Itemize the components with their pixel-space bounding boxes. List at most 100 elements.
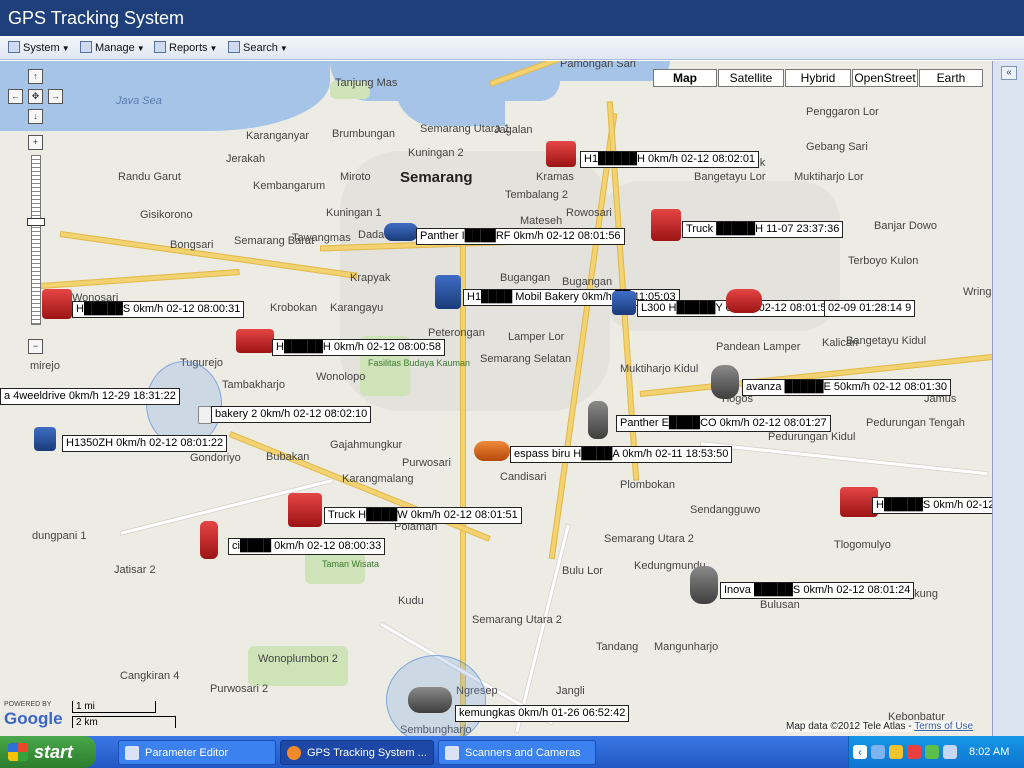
- road: [39, 269, 240, 289]
- vehicle-label[interactable]: avanza █████E 50km/h 02-12 08:01:30: [742, 379, 952, 396]
- maptype-hybrid-button[interactable]: Hybrid: [785, 69, 851, 87]
- vehicle-car-icon[interactable]: [200, 521, 218, 559]
- maptype-openstreet-button[interactable]: OpenStreet: [852, 69, 918, 87]
- menu-manage[interactable]: Manage ▼: [78, 39, 145, 57]
- vehicle-truck-icon[interactable]: [546, 141, 576, 167]
- vehicle-label[interactable]: ci████ 0km/h 02-12 08:00:33: [228, 538, 386, 555]
- place-label: Kembangarum: [253, 180, 326, 192]
- zoom-slider-thumb[interactable]: [27, 218, 45, 226]
- menu-reports[interactable]: Reports ▼: [152, 39, 217, 57]
- vehicle-car-icon[interactable]: [408, 687, 452, 713]
- maptype-satellite-button[interactable]: Satellite: [718, 69, 784, 87]
- place-label: Semarang Utara 2: [472, 614, 562, 626]
- place-label: Tembalang 2: [505, 189, 568, 201]
- menu-system-label: System: [23, 42, 60, 54]
- collapse-panel-button[interactable]: «: [1001, 66, 1017, 80]
- place-label: Semarang Selatan: [480, 353, 572, 365]
- park: [248, 646, 348, 686]
- vehicle-label[interactable]: Panther E████CO 0km/h 02-12 08:01:27: [616, 415, 831, 432]
- vehicle-car-icon[interactable]: [588, 401, 608, 439]
- broken-image-icon[interactable]: [198, 406, 212, 424]
- map-canvas[interactable]: Java Sea Tanjung Mas Pamongan Sari Karan…: [0, 61, 992, 736]
- google-logo[interactable]: Google: [4, 709, 63, 729]
- pan-center-button[interactable]: ✥: [28, 89, 43, 104]
- task-parameter-editor[interactable]: Parameter Editor: [118, 740, 276, 765]
- place-label: Plombokan: [620, 479, 676, 491]
- vehicle-van-icon[interactable]: [435, 275, 461, 309]
- place-label: Jatisar 2: [114, 564, 156, 576]
- maptype-map-button[interactable]: Map: [653, 69, 717, 87]
- vehicle-label[interactable]: kemungkas 0km/h 01-26 06:52:42: [455, 705, 630, 722]
- vehicle-label[interactable]: 02-09 01:28:14 9: [824, 300, 916, 317]
- antivirus-icon[interactable]: [907, 745, 921, 759]
- place-label: Terboyo Kulon: [848, 255, 919, 267]
- zoom-out-button[interactable]: −: [28, 339, 43, 354]
- vehicle-car-icon[interactable]: [726, 289, 762, 313]
- vehicle-label[interactable]: H1350ZH 0km/h 02-12 08:01:22: [62, 435, 228, 452]
- vehicle-label[interactable]: H█████H 0km/h 02-12 08:00:58: [272, 339, 445, 356]
- menu-system[interactable]: System ▼: [6, 39, 70, 57]
- vehicle-label[interactable]: H█████S 0km/h 02-12 08:00:31: [72, 301, 245, 318]
- window-title: GPS Tracking System: [0, 0, 1024, 36]
- place-label: Kuningan 2: [408, 147, 464, 159]
- place-label: Kuningan 1: [326, 207, 382, 219]
- terms-of-use-link[interactable]: Terms of Use: [914, 721, 973, 732]
- vehicle-label[interactable]: H█████S 0km/h 02-12 0: [872, 497, 992, 514]
- vehicle-truck-icon[interactable]: [34, 427, 56, 451]
- vehicle-label[interactable]: a 4weeldrive 0km/h 12-29 18:31:22: [0, 388, 180, 405]
- road: [699, 441, 989, 477]
- city-label: Semarang: [400, 169, 473, 186]
- task-scanners-cameras[interactable]: Scanners and Cameras: [438, 740, 596, 765]
- place-label: Tandang: [596, 641, 639, 653]
- vehicle-truck-icon[interactable]: [288, 493, 322, 527]
- place-label: Pedurungan Kidul: [768, 431, 856, 443]
- place-label: Jagalan: [494, 124, 533, 136]
- place-label: Wonolopo: [316, 371, 366, 383]
- place-label: Bugangan: [500, 272, 551, 284]
- messenger-icon[interactable]: [889, 745, 903, 759]
- vehicle-car-icon[interactable]: [711, 365, 739, 399]
- zoom-slider-track[interactable]: [31, 155, 41, 325]
- task-gps-tracking[interactable]: GPS Tracking System ...: [280, 740, 434, 765]
- vehicle-truck-icon[interactable]: [42, 289, 72, 319]
- vehicle-truck-icon[interactable]: [651, 209, 681, 241]
- place-label: Penggaron Lor: [806, 106, 879, 118]
- pan-down-button[interactable]: ↓: [28, 109, 43, 124]
- vehicle-label[interactable]: Panther I████RF 0km/h 02-12 08:01:56: [416, 228, 625, 245]
- vehicle-truck-icon[interactable]: [612, 291, 636, 315]
- vehicle-label[interactable]: espass biru H████A 0km/h 02-11 18:53:50: [510, 446, 733, 463]
- pan-up-button[interactable]: ↑: [28, 69, 43, 84]
- windows-logo-icon: [8, 743, 28, 761]
- menu-search-label: Search: [243, 42, 278, 54]
- display-icon[interactable]: [943, 745, 957, 759]
- network-icon[interactable]: [871, 745, 885, 759]
- place-label: Pandean Lamper: [716, 341, 801, 353]
- place-label: Kramas: [536, 171, 574, 183]
- vehicle-car-icon[interactable]: [384, 223, 418, 241]
- vehicle-label[interactable]: bakery 2 0km/h 02-12 08:02:10: [211, 406, 372, 423]
- place-label: Muktiharjo Lor: [794, 171, 864, 183]
- pan-right-button[interactable]: →: [48, 89, 63, 104]
- manage-icon: [80, 41, 92, 53]
- vehicle-car-icon[interactable]: [690, 566, 718, 604]
- pan-left-button[interactable]: ←: [8, 89, 23, 104]
- show-hidden-icons-button[interactable]: ‹: [853, 745, 867, 759]
- maptype-earth-button[interactable]: Earth: [919, 69, 983, 87]
- menu-search[interactable]: Search ▼: [226, 39, 288, 57]
- vehicle-bus-icon[interactable]: [236, 329, 274, 353]
- place-label: Cangkiran 4: [120, 670, 180, 682]
- vehicle-label[interactable]: Inova █████S 0km/h 02-12 08:01:24: [720, 582, 915, 599]
- search-icon: [228, 41, 240, 53]
- vehicle-label[interactable]: Truck █████H 11-07 23:37:36: [682, 221, 844, 238]
- start-button[interactable]: start: [0, 736, 96, 768]
- security-icon[interactable]: [925, 745, 939, 759]
- chevron-down-icon: ▼: [61, 44, 70, 53]
- zoom-in-button[interactable]: +: [28, 135, 43, 150]
- place-label: Tambakharjo: [222, 379, 285, 391]
- place-label: Tlogomulyo: [834, 539, 891, 551]
- chevron-down-icon: ▼: [209, 44, 218, 53]
- vehicle-label[interactable]: H1█████H 0km/h 02-12 08:02:01: [580, 151, 760, 168]
- vehicle-car-icon[interactable]: [474, 441, 510, 461]
- vehicle-label[interactable]: Truck H████W 0km/h 02-12 08:01:51: [324, 507, 522, 524]
- clock[interactable]: 8:02 AM: [969, 736, 1009, 768]
